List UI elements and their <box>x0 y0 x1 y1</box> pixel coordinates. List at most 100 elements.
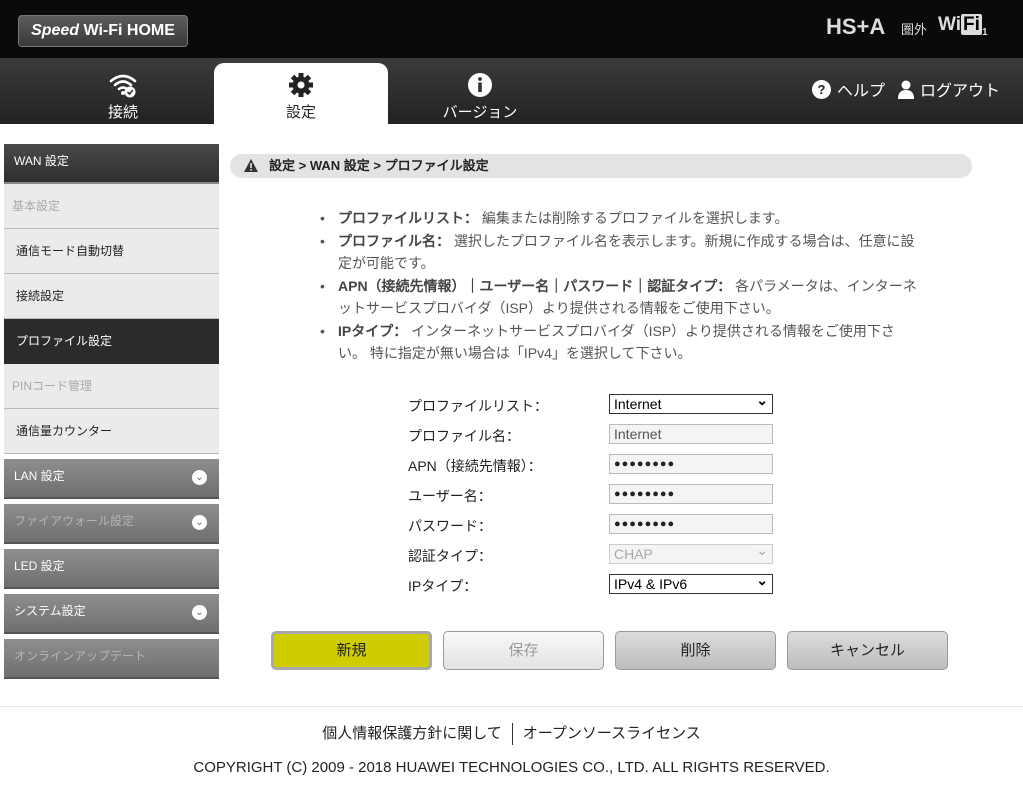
form-row-profile-list: プロファイルリスト： Internet <box>408 391 778 422</box>
sidebar-item-label: 基本設定 <box>12 199 61 213</box>
desc-term: APN（接続先情報）｜ユーザー名｜パスワード｜認証タイプ： <box>338 277 732 294</box>
password-label: パスワード： <box>408 518 492 534</box>
cancel-button[interactable]: キャンセル <box>787 631 948 670</box>
sidebar-item-basic: 基本設定 <box>4 184 219 229</box>
tab-version[interactable]: バージョン <box>393 63 567 124</box>
sidebar-item-led[interactable]: LED 設定 <box>4 549 219 589</box>
ip-type-select[interactable]: IPv4 & IPv6 <box>609 571 773 594</box>
footer-separator <box>511 723 513 746</box>
signal-status: 圏外 <box>901 22 928 37</box>
desc-text: 編集または削除するプロファイルを選択します。 <box>481 210 789 226</box>
tab-connection[interactable]: 接続 <box>36 63 210 124</box>
tab-version-label: バージョン <box>442 104 518 121</box>
sidebar-item-pin: PINコード管理 <box>4 364 219 409</box>
tab-settings[interactable]: 設定 <box>214 63 388 124</box>
network-mode-status: HS+A <box>826 14 886 39</box>
help-icon: ? <box>812 79 831 99</box>
desc-term: プロファイル名： <box>338 232 450 249</box>
form-row-password: パスワード： ●●●●●●●● <box>408 512 778 542</box>
wifi-icon <box>109 74 137 98</box>
sidebar-item-label: システム設定 <box>14 604 86 618</box>
top-bar: Speed Wi-Fi HOME HS+A 圏外 Wi Fi 1 <box>0 0 1023 58</box>
help-label: ヘルプ <box>837 83 886 100</box>
sidebar-item-label: プロファイル設定 <box>16 334 113 348</box>
desc-item: プロファイルリスト： 編集または削除するプロファイルを選択します。 <box>318 207 918 230</box>
help-description-list: プロファイルリスト： 編集または削除するプロファイルを選択します。 プロファイル… <box>318 207 918 365</box>
wifi-box: Fi <box>961 14 982 35</box>
chevron-down-icon: ⌄ <box>192 470 207 485</box>
save-button[interactable]: 保存 <box>443 631 604 670</box>
sidebar-item-connection[interactable]: 接続設定 <box>4 274 219 319</box>
tab-settings-label: 設定 <box>285 104 316 121</box>
privacy-policy-link[interactable]: 個人情報保護方針に関して <box>322 725 502 742</box>
sidebar-item-system[interactable]: システム設定 ⌄ <box>4 594 219 634</box>
new-button[interactable]: 新規 <box>271 631 432 670</box>
sidebar-item-wan[interactable]: WAN 設定 <box>4 144 219 184</box>
password-input[interactable]: ●●●●●●●● <box>609 514 773 534</box>
breadcrumb: 設定 > WAN 設定 > プロファイル設定 <box>230 154 972 178</box>
info-icon <box>468 73 492 97</box>
sidebar-item-lan[interactable]: LAN 設定 ⌄ <box>4 459 219 499</box>
username-label: ユーザー名： <box>408 488 492 504</box>
sidebar-item-online-update: オンラインアップデート <box>4 639 219 679</box>
sidebar-item-label: ファイアウォール設定 <box>14 514 135 528</box>
gear-icon <box>289 73 313 97</box>
wifi-status: Wi Fi 1 <box>938 14 988 38</box>
desc-item: プロファイル名： 選択したプロファイル名を表示します。新規に作成する場合は、任意… <box>318 230 918 275</box>
sidebar-item-label: 通信モード自動切替 <box>16 244 125 258</box>
logo-prefix: Speed <box>31 22 80 39</box>
auth-type-label: 認証タイプ： <box>408 548 492 564</box>
desc-text: インターネットサービスプロバイダ（ISP）より提供される情報をご使用下さい。 特… <box>338 322 895 362</box>
chevron-down-icon: ⌄ <box>192 605 207 620</box>
form-row-ip-type: IPタイプ： IPv4 & IPv6 <box>408 571 778 602</box>
wifi-text: Wi <box>938 14 962 35</box>
brand-logo: Speed Wi-Fi HOME <box>18 15 188 47</box>
warning-icon <box>244 159 258 172</box>
sidebar-item-label: 接続設定 <box>16 289 65 303</box>
main-nav: 接続 設定 バージョン ? ヘルプ ログアウト <box>0 58 1023 124</box>
profile-list-select[interactable]: Internet <box>609 391 773 414</box>
desc-item: IPタイプ： インターネットサービスプロバイダ（ISP）より提供される情報をご使… <box>318 320 918 365</box>
sidebar-item-counter[interactable]: 通信量カウンター <box>4 409 219 454</box>
delete-button[interactable]: 削除 <box>615 631 776 670</box>
username-input[interactable]: ●●●●●●●● <box>609 484 773 504</box>
apn-input[interactable]: ●●●●●●●● <box>609 454 773 474</box>
sidebar-item-profile[interactable]: プロファイル設定 <box>4 319 219 364</box>
form-row-username: ユーザー名： ●●●●●●●● <box>408 482 778 512</box>
sidebar-item-label: PINコード管理 <box>12 379 93 393</box>
sidebar-item-label: LAN 設定 <box>14 469 65 483</box>
profile-name-label: プロファイル名： <box>408 428 520 444</box>
user-icon <box>898 80 914 99</box>
logout-link[interactable]: ログアウト <box>898 77 1000 101</box>
desc-term: プロファイルリスト： <box>338 210 478 226</box>
desc-term: IPタイプ： <box>338 322 408 339</box>
wifi-count: 1 <box>981 26 988 38</box>
form-row-profile-name: プロファイル名： Internet <box>408 422 778 452</box>
chevron-down-icon: ⌄ <box>192 515 207 530</box>
logout-label: ログアウト <box>920 83 1001 100</box>
open-source-license-link[interactable]: オープンソースライセンス <box>523 725 701 742</box>
auth-type-select: CHAP <box>609 541 773 564</box>
ip-type-label: IPタイプ： <box>408 578 478 594</box>
form-row-apn: APN（接続先情報）： ●●●●●●●● <box>408 452 778 482</box>
sidebar-item-auto-switch[interactable]: 通信モード自動切替 <box>4 229 219 274</box>
copyright-text: COPYRIGHT (C) 2009 - 2018 HUAWEI TECHNOL… <box>193 759 830 776</box>
sidebar-item-label: オンラインアップデート <box>14 649 147 663</box>
sidebar-item-label: WAN 設定 <box>14 154 69 168</box>
form-row-auth-type: 認証タイプ： CHAP <box>408 541 778 572</box>
sidebar: WAN 設定 基本設定 通信モード自動切替 接続設定 プロファイル設定 PINコ… <box>4 144 219 684</box>
sidebar-item-firewall: ファイアウォール設定 ⌄ <box>4 504 219 544</box>
footer-links: 個人情報保護方針に関して オープンソースライセンス <box>0 722 1023 746</box>
profile-list-label: プロファイルリスト： <box>408 398 548 414</box>
tab-connection-label: 接続 <box>107 104 138 121</box>
footer-divider <box>0 706 1023 707</box>
profile-form: プロファイルリスト： Internet プロファイル名： Internet AP… <box>408 391 778 602</box>
desc-item: APN（接続先情報）｜ユーザー名｜パスワード｜認証タイプ： 各パラメータは、イン… <box>318 275 918 320</box>
profile-name-input[interactable]: Internet <box>609 424 773 444</box>
sidebar-item-label: LED 設定 <box>14 559 65 573</box>
logo-main: Wi-Fi HOME <box>79 22 175 39</box>
sidebar-item-label: 通信量カウンター <box>16 424 113 438</box>
help-link[interactable]: ? ヘルプ <box>812 77 885 101</box>
breadcrumb-text: 設定 > WAN 設定 > プロファイル設定 <box>269 158 489 173</box>
apn-label: APN（接続先情報）： <box>408 458 542 474</box>
